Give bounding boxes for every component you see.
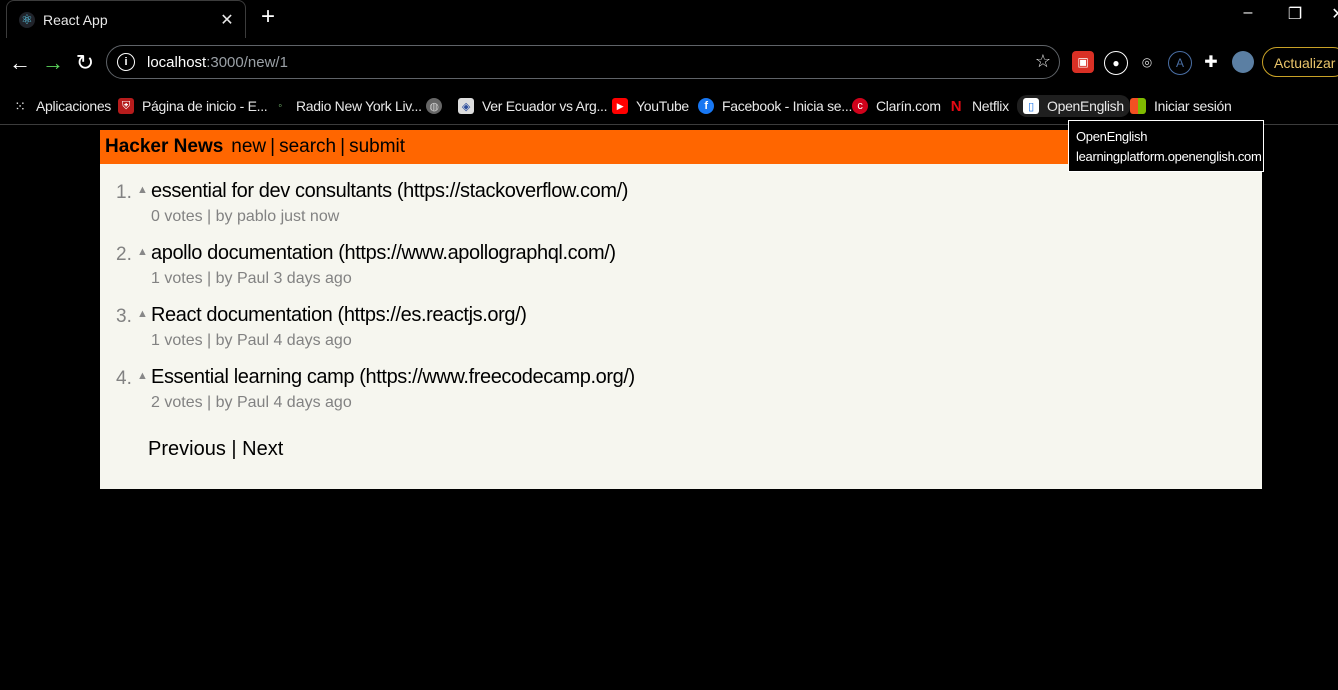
badge-icon: ◈: [458, 98, 474, 114]
link-meta: 0 votes | by pablo just now: [151, 208, 340, 225]
link-meta: 2 votes | by Paul 4 days ago: [151, 394, 352, 411]
pager-separator: |: [231, 438, 237, 460]
bookmark-item[interactable]: ◦ Radio New York Liv...: [272, 95, 422, 117]
tab-title: React App: [43, 11, 108, 28]
facebook-icon: f: [698, 98, 714, 114]
extension-red-icon[interactable]: ▣: [1072, 51, 1094, 73]
bookmark-tooltip: OpenEnglish learningplatform.openenglish…: [1068, 120, 1264, 172]
rank-number: 1.: [116, 182, 132, 203]
link-title[interactable]: apollo documentation (https://www.apollo…: [151, 242, 616, 265]
next-link[interactable]: Next: [242, 438, 283, 460]
bookmark-item[interactable]: c Clarín.com: [852, 95, 941, 117]
clarin-icon: c: [852, 98, 868, 114]
bookmark-item[interactable]: N Netflix: [948, 95, 1009, 117]
link-title[interactable]: React documentation (https://es.reactjs.…: [151, 304, 527, 327]
rank-number: 2.: [116, 244, 132, 265]
netflix-icon: N: [950, 97, 962, 115]
openenglish-icon: ▯: [1023, 98, 1039, 114]
puzzle-icon[interactable]: ✚: [1200, 51, 1222, 73]
nav-new-link[interactable]: new: [231, 136, 266, 158]
forward-arrow-icon[interactable]: →: [40, 50, 66, 76]
link-title[interactable]: essential for dev consultants (https://s…: [151, 180, 628, 203]
react-icon: ⚛: [19, 11, 35, 28]
upvote-icon[interactable]: ▲: [137, 370, 148, 382]
upvote-icon[interactable]: ▲: [137, 246, 148, 258]
avatar[interactable]: [1232, 51, 1254, 73]
nav-submit-link[interactable]: submit: [349, 136, 405, 158]
extension-a-icon[interactable]: A: [1168, 51, 1192, 75]
tooltip-url: learningplatform.openenglish.com: [1076, 149, 1262, 164]
nav-search-link[interactable]: search: [279, 136, 336, 158]
close-window-icon[interactable]: ✕: [1326, 4, 1338, 24]
link-meta: 1 votes | by Paul 4 days ago: [151, 332, 352, 349]
list-item: 2. ▲ apollo documentation (https://www.a…: [100, 238, 800, 300]
shield-icon: ⛨: [118, 98, 134, 114]
extension-target-icon[interactable]: ◎: [1136, 51, 1158, 73]
apps-grid-icon: ⁙: [14, 97, 26, 114]
microsoft-icon: [1130, 98, 1146, 114]
brand-title: Hacker News: [105, 136, 224, 157]
bookmark-item[interactable]: ▶ YouTube: [612, 95, 689, 117]
radio-icon: ◦: [278, 100, 282, 112]
rank-number: 3.: [116, 306, 132, 327]
tab-strip: ⚛ React App ✕ + – ❐ ✕: [0, 0, 1338, 38]
bookmark-item[interactable]: Iniciar sesión: [1130, 95, 1232, 117]
hn-page: Hacker News new | search | submit 1. ▲ e…: [100, 130, 1262, 489]
close-tab-icon[interactable]: ✕: [217, 10, 237, 30]
upvote-icon[interactable]: ▲: [137, 184, 148, 196]
bookmark-item[interactable]: ⛨ Página de inicio - E...: [118, 95, 268, 117]
update-button[interactable]: Actualizar: [1262, 47, 1338, 77]
bookmark-item[interactable]: f Facebook - Inicia se...: [698, 95, 852, 117]
address-bar[interactable]: i localhost:3000/new/1 ☆: [106, 45, 1060, 79]
url-text[interactable]: localhost:3000/new/1: [147, 54, 288, 71]
nav-separator: |: [340, 136, 346, 157]
pagination: Previous | Next: [148, 438, 283, 461]
list-item: 4. ▲ Essential learning camp (https://ww…: [100, 362, 800, 424]
youtube-icon: ▶: [612, 98, 628, 114]
back-arrow-icon[interactable]: ←: [7, 50, 33, 76]
new-tab-button[interactable]: +: [256, 4, 280, 30]
restore-icon[interactable]: ❐: [1283, 4, 1307, 24]
extension-circle-icon[interactable]: ●: [1104, 51, 1128, 75]
globe-icon: ◍: [426, 98, 442, 114]
bookmark-star-icon[interactable]: ☆: [1035, 51, 1051, 72]
previous-link[interactable]: Previous: [148, 438, 226, 460]
link-meta: 1 votes | by Paul 3 days ago: [151, 270, 352, 287]
bookmark-item[interactable]: ▯ OpenEnglish: [1017, 95, 1130, 117]
reload-icon[interactable]: ↻: [72, 50, 98, 76]
bookmark-item[interactable]: ⁙ Aplicaciones: [12, 95, 111, 117]
minimize-icon[interactable]: –: [1236, 4, 1260, 22]
rank-number: 4.: [116, 368, 132, 389]
browser-tab[interactable]: ⚛ React App ✕: [6, 0, 246, 38]
info-icon[interactable]: i: [117, 53, 135, 71]
browser-toolbar: ← → ↻ i localhost:3000/new/1 ☆ ▣ ● ◎ A ✚…: [0, 38, 1338, 88]
bookmark-item[interactable]: ◈ Ver Ecuador vs Arg...: [458, 95, 608, 117]
nav-separator: |: [270, 136, 276, 157]
bookmark-item[interactable]: ◍: [426, 95, 450, 117]
link-title[interactable]: Essential learning camp (https://www.fre…: [151, 366, 635, 389]
tooltip-title: OpenEnglish: [1076, 129, 1148, 144]
list-item: 1. ▲ essential for dev consultants (http…: [100, 176, 800, 238]
list-item: 3. ▲ React documentation (https://es.rea…: [100, 300, 800, 362]
upvote-icon[interactable]: ▲: [137, 308, 148, 320]
